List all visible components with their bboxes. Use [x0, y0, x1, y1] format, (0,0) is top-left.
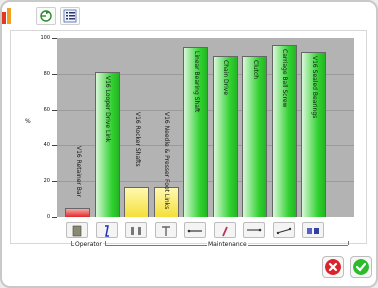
bar-label: V16 Looper Drive Link — [104, 76, 111, 143]
category-part-icon — [187, 229, 202, 233]
y-tick-label: 60 — [43, 106, 50, 113]
bar-label: Clutch — [251, 59, 259, 80]
checkmark-icon — [353, 259, 369, 275]
y-tick-mark — [52, 217, 57, 218]
ok-button[interactable] — [350, 256, 372, 278]
bar-label: Linear Bearing Shaft — [192, 50, 200, 113]
y-axis-label: % — [25, 118, 31, 125]
y-tick-label: 100 — [40, 35, 50, 41]
bar-label: V16 Needle & Presser Foot Links — [163, 111, 170, 209]
bar-label: Carriage Ball Screw — [281, 49, 288, 108]
category-part-icon — [72, 225, 82, 237]
maintenance-chart-window: % Operator Maintenance 0 20 40 60 80 100 V16 R… — [0, 0, 378, 288]
category-button[interactable] — [125, 222, 147, 238]
bar — [242, 55, 267, 217]
category-button[interactable] — [66, 222, 88, 238]
y-tick-label: 20 — [43, 178, 50, 185]
bar-label: V16 Sealed Bearings — [310, 56, 318, 119]
maintenance-group-tick-right — [348, 241, 349, 245]
category-button[interactable] — [213, 222, 236, 238]
category-part-icon — [161, 226, 170, 236]
category-button[interactable] — [95, 222, 118, 238]
cancel-button[interactable] — [322, 256, 344, 278]
bar-label: V16 Retainer Bar — [74, 146, 82, 198]
app-logo-icon — [2, 8, 11, 24]
bar-label: V16 Rocker Shafts — [133, 111, 141, 167]
list-icon — [63, 9, 77, 23]
list-view-button[interactable] — [60, 7, 80, 25]
bar-label: Chain Drive — [222, 59, 229, 95]
y-tick-mark — [52, 38, 57, 39]
category-part-icon — [247, 228, 262, 232]
y-tick-label: 80 — [43, 70, 50, 77]
category-button[interactable] — [272, 222, 295, 238]
cancel-icon — [325, 259, 341, 275]
category-part-icon — [221, 226, 228, 237]
y-tick-label: 0 — [46, 214, 50, 220]
group-label-operator: Operator — [74, 241, 103, 248]
group-label-maintenance: Maintenance — [207, 241, 248, 248]
category-button[interactable] — [302, 222, 324, 238]
category-button[interactable] — [184, 222, 206, 238]
category-part-icon — [276, 227, 291, 235]
category-button[interactable] — [243, 222, 265, 238]
operator-group-tick-left — [71, 241, 72, 245]
bar — [65, 208, 90, 217]
maintenance-group-tick-left — [105, 241, 106, 245]
y-tick-label: 40 — [43, 142, 50, 149]
category-part-icon — [131, 227, 141, 235]
category-part-icon — [307, 228, 319, 234]
bar — [124, 186, 149, 217]
refresh-button[interactable] — [36, 7, 56, 25]
category-button[interactable] — [154, 222, 177, 238]
refresh-icon — [40, 10, 52, 22]
category-part-icon — [104, 225, 109, 237]
